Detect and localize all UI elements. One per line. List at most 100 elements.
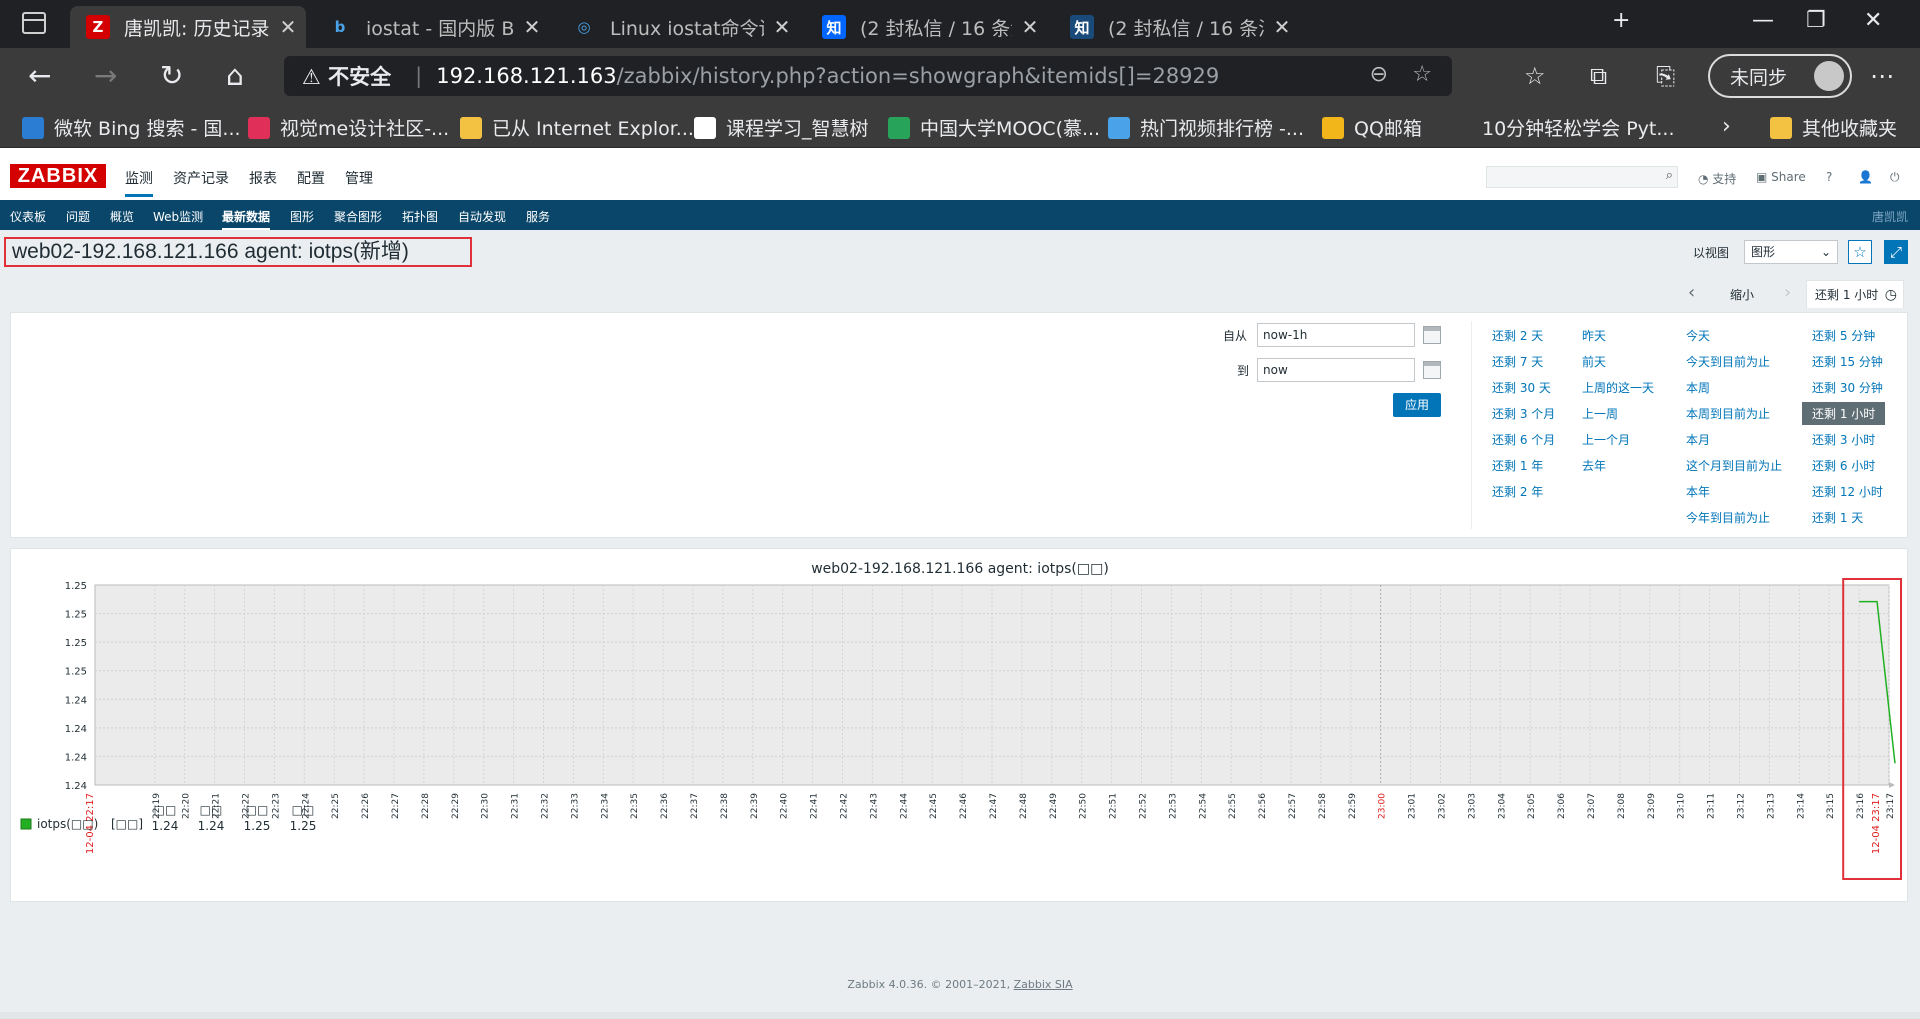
quick-range-link[interactable]: 还剩 1 年 [1492, 457, 1543, 474]
close-icon[interactable]: ✕ [1264, 15, 1300, 39]
quick-range-link[interactable]: 还剩 1 小时 [1802, 402, 1886, 425]
sub-menu-item[interactable]: 最新数据 [222, 208, 271, 230]
user-profile-icon[interactable]: 👤 [1858, 170, 1873, 184]
to-input[interactable]: now [1257, 358, 1415, 382]
bookmark-item[interactable]: 视觉me设计社区-... [248, 114, 449, 141]
calendar-icon[interactable] [1423, 361, 1441, 379]
fullscreen-button[interactable]: ⤢ [1884, 240, 1908, 264]
close-icon[interactable]: ✕ [514, 15, 550, 39]
quick-range-link[interactable]: 还剩 3 个月 [1492, 405, 1555, 422]
top-menu-item[interactable]: 配置 [297, 168, 325, 188]
search-icon[interactable]: ⌕ [1666, 168, 1673, 183]
top-menu-item[interactable]: 报表 [249, 168, 277, 188]
quick-range-link[interactable]: 本年 [1686, 483, 1710, 500]
quick-range-link[interactable]: 还剩 30 分钟 [1812, 379, 1883, 396]
zabbix-logo[interactable]: ZABBIX [10, 164, 106, 188]
quick-range-link[interactable]: 还剩 2 年 [1492, 483, 1543, 500]
logout-icon[interactable]: ⏻ [1890, 170, 1900, 185]
quick-range-link[interactable]: 上一周 [1582, 405, 1618, 422]
bookmark-item[interactable]: QQ邮箱 [1322, 114, 1422, 141]
add-favorite-icon[interactable]: ☆ [1412, 62, 1432, 87]
quick-range-link[interactable]: 昨天 [1582, 327, 1606, 344]
quick-range-link[interactable]: 今天到目前为止 [1686, 353, 1770, 370]
calendar-icon[interactable] [1423, 326, 1441, 344]
home-icon[interactable]: ⌂ [226, 60, 244, 92]
previous-period-icon[interactable]: ‹ [1688, 282, 1695, 303]
quick-range-link[interactable]: 还剩 30 天 [1492, 379, 1551, 396]
quick-range-link[interactable]: 上一个月 [1582, 431, 1630, 448]
minimize-icon[interactable]: — [1752, 8, 1774, 33]
back-icon[interactable]: ← [28, 60, 51, 92]
top-menu-item[interactable]: 监测 [125, 168, 153, 197]
support-link[interactable]: ◔ 支持 [1698, 170, 1736, 187]
browser-tab[interactable]: b iostat - 国内版 Bing✕ [312, 6, 550, 48]
view-as-select[interactable]: 图形 ⌄ [1744, 240, 1838, 264]
close-icon[interactable]: ✕ [764, 15, 800, 39]
quick-range-link[interactable]: 还剩 5 分钟 [1812, 327, 1875, 344]
quick-range-link[interactable]: 今年到目前为止 [1686, 509, 1770, 526]
sub-menu-item[interactable]: 服务 [526, 208, 550, 225]
global-search-input[interactable]: ⌕ [1486, 166, 1678, 188]
apply-button[interactable]: 应用 [1393, 393, 1441, 417]
quick-range-link[interactable]: 今天 [1686, 327, 1710, 344]
bookmark-item[interactable]: 微软 Bing 搜索 - 国... [22, 114, 241, 141]
quick-range-link[interactable]: 还剩 2 天 [1492, 327, 1543, 344]
browser-tab[interactable]: ◎ Linux iostat命令详解 - 小a✕ [556, 6, 800, 48]
share-screen-icon[interactable]: ⎘ [1656, 60, 1675, 92]
bookmark-item[interactable]: 课程学习_智慧树 [694, 114, 869, 141]
top-menu-item[interactable]: 资产记录 [173, 168, 229, 188]
share-link[interactable]: ▣ Share [1756, 170, 1806, 184]
time-range-tab[interactable]: 还剩 1 小时 ◷ [1806, 280, 1904, 308]
favorites-icon[interactable]: ☆ [1524, 60, 1546, 92]
close-icon[interactable]: ✕ [1012, 15, 1048, 39]
from-input[interactable]: now-1h [1257, 323, 1415, 347]
quick-range-link[interactable]: 还剩 6 小时 [1812, 457, 1875, 474]
browser-tab[interactable]: 知 (2 封私信 / 16 条消息) 各个✕ [806, 6, 1048, 48]
help-icon[interactable]: ? [1826, 170, 1832, 184]
new-tab-button[interactable]: + [1612, 8, 1630, 33]
more-icon[interactable]: ⋯ [1870, 60, 1894, 92]
quick-range-link[interactable]: 还剩 15 分钟 [1812, 353, 1883, 370]
bookmark-item[interactable]: 已从 Internet Explor... [460, 114, 694, 141]
quick-range-link[interactable]: 还剩 3 小时 [1812, 431, 1875, 448]
bookmark-item[interactable]: 10分钟轻松学会 Pyt... [1482, 114, 1675, 141]
zabbix-sia-link[interactable]: Zabbix SIA [1014, 978, 1073, 991]
browser-tab[interactable]: 知 (2 封私信 / 16 条消息) 计算✕ [1054, 6, 1300, 48]
sub-menu-item[interactable]: 仪表板 [10, 208, 46, 225]
quick-range-link[interactable]: 本月 [1686, 431, 1710, 448]
quick-range-link[interactable]: 这个月到目前为止 [1686, 457, 1782, 474]
forward-icon[interactable]: → [94, 60, 117, 92]
sub-menu-item[interactable]: 图形 [290, 208, 314, 225]
close-icon[interactable]: ✕ [270, 15, 306, 39]
zoom-icon[interactable]: ⊖ [1370, 62, 1388, 87]
quick-range-link[interactable]: 去年 [1582, 457, 1606, 474]
address-bar[interactable]: ⚠ 不安全 | 192.168.121.163/zabbix/history.p… [284, 56, 1452, 96]
quick-range-link[interactable]: 还剩 6 个月 [1492, 431, 1555, 448]
quick-range-link[interactable]: 还剩 1 天 [1812, 509, 1863, 526]
bookmarks-overflow-icon[interactable]: › [1722, 114, 1731, 139]
sub-menu-item[interactable]: 拓扑图 [402, 208, 438, 225]
top-menu-item[interactable]: 管理 [345, 168, 373, 188]
sub-menu-item[interactable]: 问题 [66, 208, 90, 225]
window-close-icon[interactable]: ✕ [1864, 8, 1882, 33]
bookmark-item[interactable]: 中国大学MOOC(慕... [888, 114, 1100, 141]
sub-menu-item[interactable]: 概览 [110, 208, 134, 225]
collections-icon[interactable]: ⧉ [1590, 60, 1607, 92]
insecure-warning[interactable]: ⚠ 不安全 [302, 61, 391, 91]
quick-range-link[interactable]: 本周 [1686, 379, 1710, 396]
quick-range-link[interactable]: 上周的这一天 [1582, 379, 1654, 396]
quick-range-link[interactable]: 还剩 7 天 [1492, 353, 1543, 370]
sub-menu-item[interactable]: Web监测 [153, 208, 203, 225]
sub-menu-item[interactable]: 自动发现 [458, 208, 506, 225]
next-period-icon[interactable]: › [1784, 282, 1791, 303]
add-to-favorites-button[interactable]: ☆ [1848, 240, 1872, 264]
quick-range-link[interactable]: 前天 [1582, 353, 1606, 370]
bookmark-item[interactable]: 热门视频排行榜 -... [1108, 114, 1304, 141]
reload-icon[interactable]: ↻ [160, 60, 183, 92]
sync-button[interactable]: 未同步 [1708, 54, 1852, 98]
quick-range-link[interactable]: 本周到目前为止 [1686, 405, 1770, 422]
sub-menu-item[interactable]: 聚合图形 [334, 208, 382, 225]
quick-range-link[interactable]: 还剩 12 小时 [1812, 483, 1883, 500]
browser-tab[interactable]: Z 唐凯凯: 历史记录 [每30秒✕ [70, 6, 306, 48]
zoom-out-button[interactable]: 缩小 [1730, 286, 1754, 303]
